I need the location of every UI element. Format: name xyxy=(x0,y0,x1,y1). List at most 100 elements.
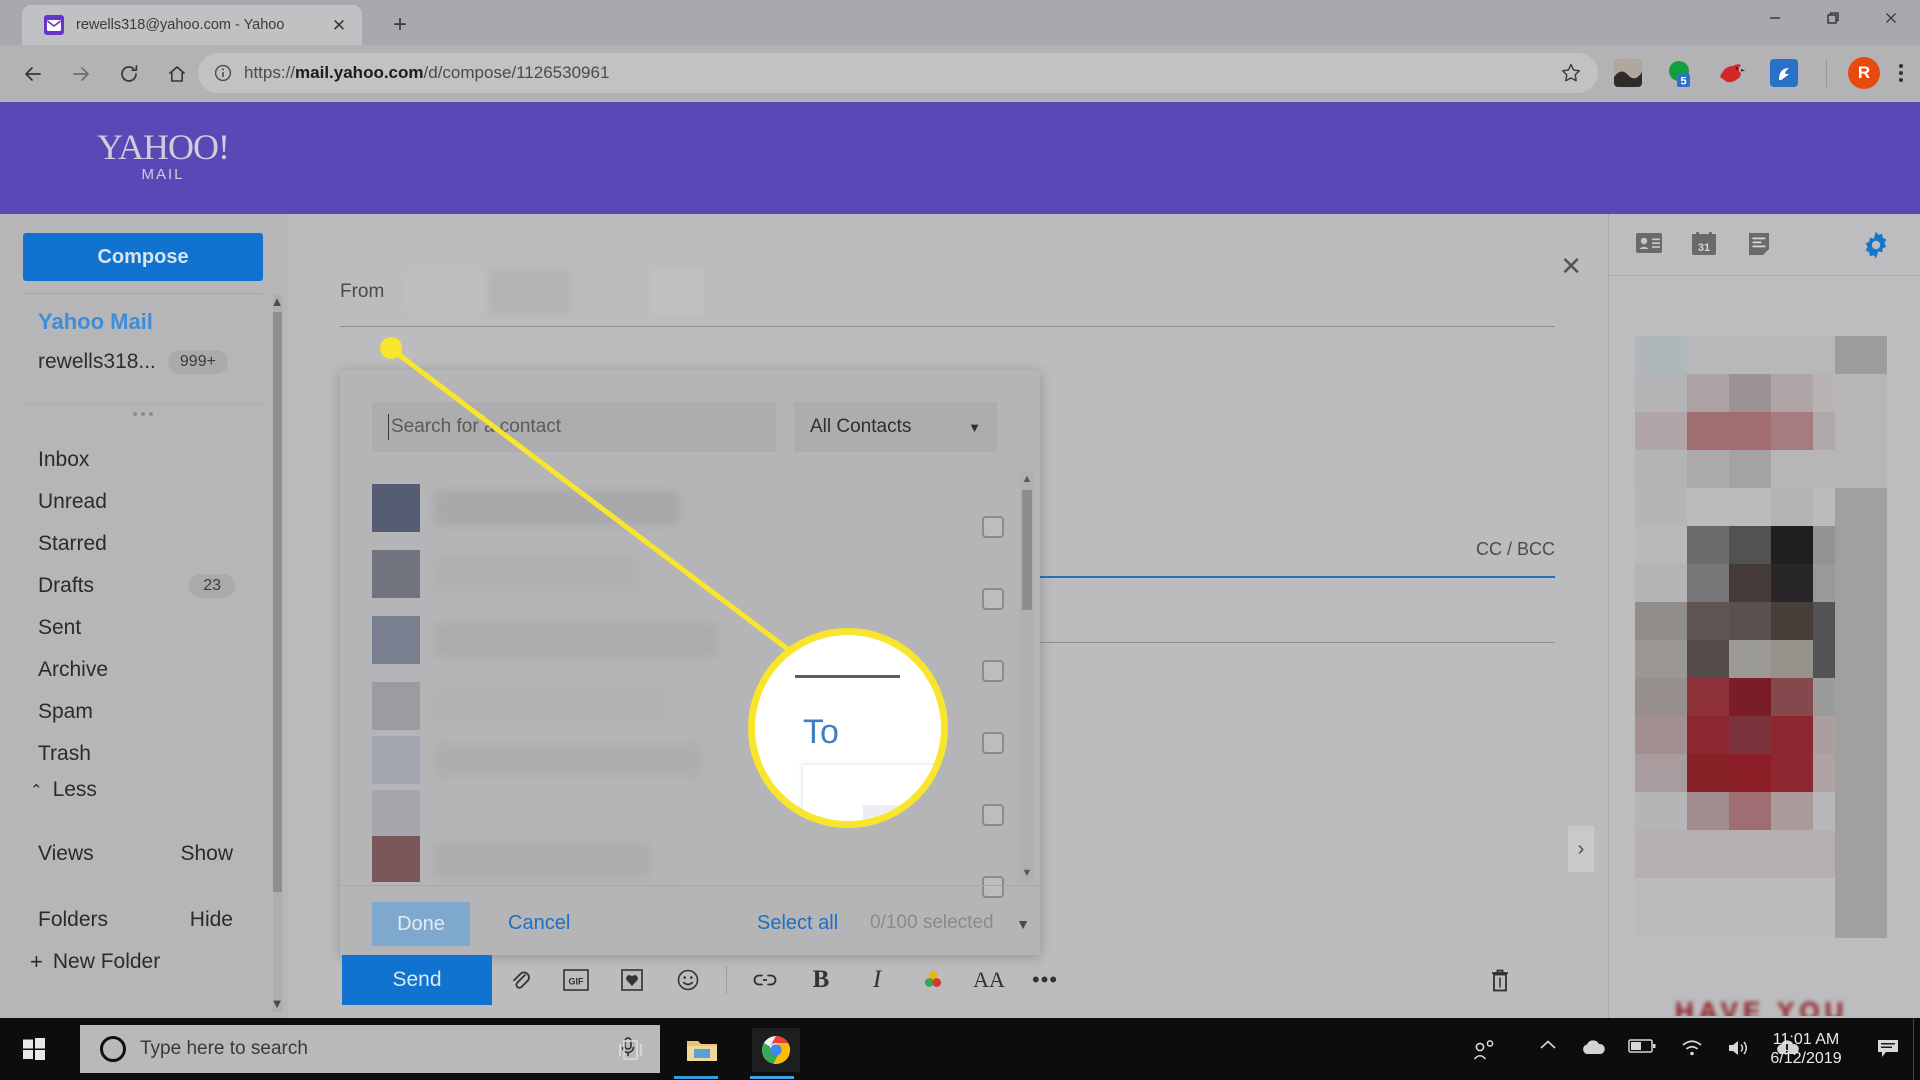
cancel-button[interactable]: Cancel xyxy=(508,912,570,935)
link-icon[interactable] xyxy=(737,955,793,1005)
chrome-icon[interactable] xyxy=(752,1028,800,1072)
contact-filter-dropdown[interactable]: All Contacts ▼ xyxy=(794,402,997,452)
extension-icon-f-logo[interactable] xyxy=(1770,59,1798,87)
contact-checkbox[interactable] xyxy=(982,660,1004,682)
sidebar-scrollbar-thumb[interactable] xyxy=(273,312,282,892)
more-options-icon[interactable]: ••• xyxy=(1017,955,1073,1005)
volume-icon[interactable] xyxy=(1726,1038,1752,1062)
sidebar-item-unread[interactable]: Unread xyxy=(38,481,263,523)
window-close-button[interactable] xyxy=(1862,0,1920,36)
sidebar-scroll-up-icon[interactable]: ▲ xyxy=(269,294,285,310)
advertisement-image[interactable]: HAVE YOU xyxy=(1635,336,1887,1016)
picker-scroll-caret-icon[interactable]: ▼ xyxy=(1016,916,1030,932)
onedrive-icon[interactable] xyxy=(1580,1038,1606,1062)
chrome-menu-icon[interactable] xyxy=(1886,58,1916,88)
sidebar-account-row[interactable]: rewells318... 999+ xyxy=(38,350,263,374)
site-info-icon[interactable] xyxy=(212,62,234,84)
contact-checkbox[interactable] xyxy=(982,516,1004,538)
delete-draft-icon[interactable] xyxy=(1472,955,1528,1005)
toolbar-divider xyxy=(726,966,727,994)
sidebar-less-toggle[interactable]: ⌃ Less xyxy=(30,770,255,810)
sidebar-new-folder-button[interactable]: + New Folder xyxy=(30,942,260,982)
sidebar-views-row[interactable]: Views Show xyxy=(38,834,263,874)
done-button[interactable]: Done xyxy=(372,902,470,946)
bold-icon[interactable]: B xyxy=(793,955,849,1005)
sidebar-views-action[interactable]: Show xyxy=(180,842,233,866)
bookmark-star-icon[interactable] xyxy=(1560,62,1582,84)
sidebar-collapse-handle[interactable] xyxy=(23,404,263,422)
battery-icon[interactable] xyxy=(1628,1038,1656,1062)
extension-icon-photo[interactable] xyxy=(1614,59,1642,87)
show-hidden-icons-chevron-icon[interactable] xyxy=(1538,1038,1564,1062)
forward-icon[interactable] xyxy=(62,55,100,93)
sidebar-scrollbar[interactable] xyxy=(273,294,282,1012)
contact-name xyxy=(434,557,640,591)
compose-close-icon[interactable]: ✕ xyxy=(1560,251,1582,282)
compose-ccbcc-link[interactable]: CC / BCC xyxy=(1476,539,1555,560)
avatar xyxy=(372,484,420,532)
file-explorer-icon[interactable] xyxy=(678,1028,726,1072)
send-button[interactable]: Send xyxy=(342,955,492,1005)
new-tab-button[interactable]: + xyxy=(385,10,415,40)
window-maximize-button[interactable] xyxy=(1804,0,1862,36)
scroll-up-icon[interactable]: ▲ xyxy=(1020,472,1034,486)
start-button[interactable] xyxy=(8,1026,60,1072)
contact-search-input[interactable]: Search for a contact xyxy=(372,402,776,452)
contact-checkbox[interactable] xyxy=(982,588,1004,610)
home-icon[interactable] xyxy=(158,55,196,93)
sidebar-item-starred[interactable]: Starred xyxy=(38,523,263,565)
task-view-icon[interactable] xyxy=(608,1028,656,1072)
extension-icon-cardinal-bird[interactable] xyxy=(1718,59,1746,87)
tab-close-icon[interactable]: ✕ xyxy=(326,12,352,38)
show-desktop-button[interactable] xyxy=(1913,1018,1920,1080)
calendar-icon[interactable]: 31 xyxy=(1691,231,1719,259)
list-item[interactable] xyxy=(372,538,997,610)
sidebar-item-archive[interactable]: Archive xyxy=(38,649,263,691)
chrome-profile-avatar[interactable]: R xyxy=(1848,57,1880,89)
contact-list-scrollbar-thumb[interactable] xyxy=(1022,490,1032,610)
text-color-icon[interactable] xyxy=(905,955,961,1005)
sidebar-account-title[interactable]: Yahoo Mail xyxy=(38,309,153,335)
compose-button[interactable]: Compose xyxy=(23,233,263,281)
browser-tab[interactable]: rewells318@yahoo.com - Yahoo ✕ xyxy=(22,5,362,45)
contact-checkbox[interactable] xyxy=(982,732,1004,754)
reload-icon[interactable] xyxy=(110,55,148,93)
extension-icon-green-circle[interactable]: 5 xyxy=(1666,59,1694,88)
emoji-icon[interactable] xyxy=(660,955,716,1005)
contact-list-scrollbar[interactable]: ▲ ▼ xyxy=(1020,472,1034,882)
sidebar-item-inbox[interactable]: Inbox xyxy=(38,439,263,481)
sidebar-folders-action[interactable]: Hide xyxy=(190,908,233,932)
wifi-icon[interactable] xyxy=(1680,1038,1706,1062)
italic-icon[interactable]: I xyxy=(849,955,905,1005)
yahoo-mail-logo[interactable]: YAHOO! MAIL xyxy=(78,126,248,183)
notification-center-icon[interactable] xyxy=(1876,1037,1902,1061)
ad-next-arrow-icon[interactable]: › xyxy=(1568,826,1594,872)
browser-tab-title: rewells318@yahoo.com - Yahoo xyxy=(76,17,285,33)
settings-gear-icon[interactable] xyxy=(1861,230,1891,260)
sidebar-scroll-down-icon[interactable]: ▼ xyxy=(269,996,285,1012)
sidebar-item-sent[interactable]: Sent xyxy=(38,607,263,649)
address-bar[interactable]: https://mail.yahoo.com/d/compose/1126530… xyxy=(198,53,1598,93)
select-all-button[interactable]: Select all xyxy=(757,912,838,935)
font-size-icon[interactable]: AA xyxy=(961,955,1017,1005)
list-item[interactable] xyxy=(372,870,997,882)
list-item[interactable] xyxy=(372,472,997,544)
contact-checkbox[interactable] xyxy=(982,804,1004,826)
contacts-icon[interactable] xyxy=(1635,231,1663,259)
notepad-icon[interactable] xyxy=(1747,231,1775,259)
window-minimize-button[interactable] xyxy=(1746,0,1804,36)
sidebar-item-drafts[interactable]: Drafts 23 xyxy=(38,565,263,607)
compose-from-row[interactable]: From xyxy=(340,270,1555,327)
gif-icon[interactable]: GIF xyxy=(548,955,604,1005)
sidebar-folders-row[interactable]: Folders Hide xyxy=(38,900,263,940)
people-icon[interactable] xyxy=(1472,1038,1498,1062)
taskbar-clock[interactable]: 11:01 AM 6/12/2019 xyxy=(1758,1030,1854,1068)
scroll-down-icon[interactable]: ▼ xyxy=(1020,866,1034,880)
taskbar-search-box[interactable]: Type here to search xyxy=(80,1025,660,1073)
back-icon[interactable] xyxy=(14,55,52,93)
sidebar-item-trash[interactable]: Trash xyxy=(38,733,263,775)
sidebar-item-spam[interactable]: Spam xyxy=(38,691,263,733)
magnified-to-label: To xyxy=(803,713,839,751)
attachment-icon[interactable] xyxy=(492,955,548,1005)
sticker-icon[interactable] xyxy=(604,955,660,1005)
